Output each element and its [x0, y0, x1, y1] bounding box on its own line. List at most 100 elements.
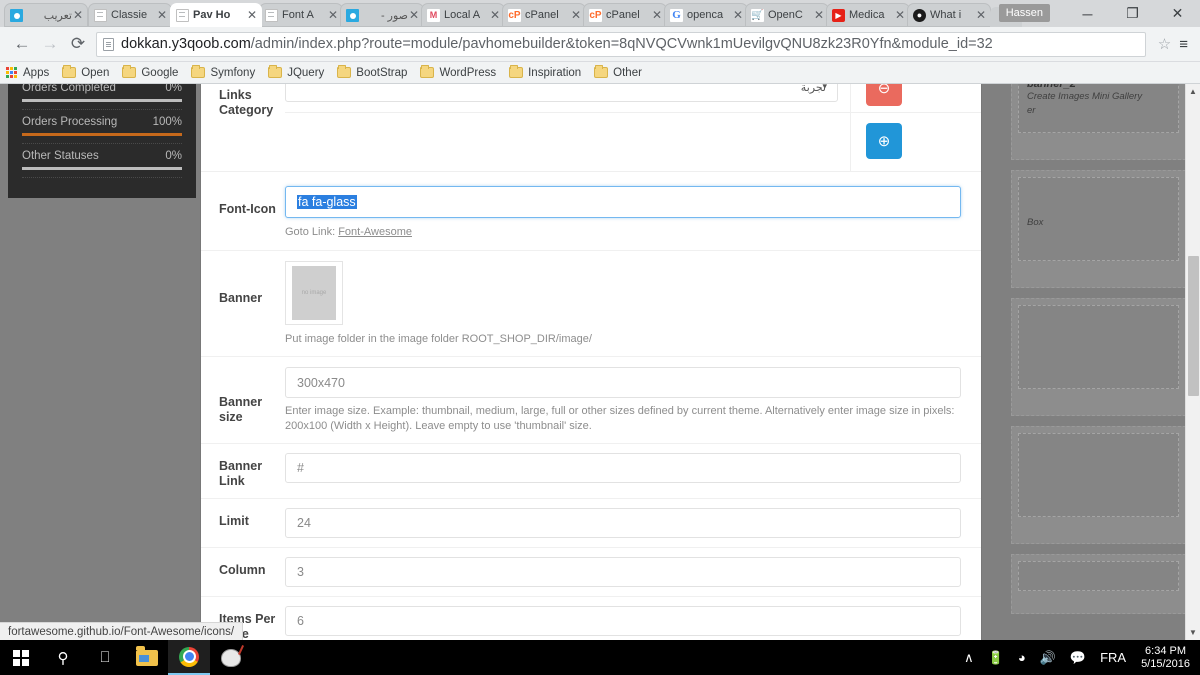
notification-icon[interactable]: 💬: [1063, 650, 1093, 666]
tab-close-icon[interactable]: ✕: [72, 9, 84, 21]
bookmark-apps[interactable]: Apps: [6, 66, 49, 79]
blue-camera-icon: [10, 8, 23, 22]
clock[interactable]: 6:34 PM 5/15/2016: [1133, 645, 1190, 671]
page-viewport: Orders Completed 0% Orders Processing 10…: [0, 84, 1200, 640]
tab-title: cPanel: [525, 9, 559, 21]
close-window-button[interactable]: ✕: [1155, 0, 1200, 27]
browser-tab-9[interactable]: 🛒 OpenC ✕: [745, 3, 829, 27]
banner-thumbnail[interactable]: no image: [285, 261, 343, 325]
bookmark-label: Symfony: [210, 66, 256, 79]
limit-row: Limit 24: [201, 499, 981, 548]
banner-link-input[interactable]: #: [285, 453, 961, 483]
font-icon-input[interactable]: fa fa-glass: [285, 186, 961, 218]
browser-tab-2-active[interactable]: Pav Ho ✕: [170, 3, 262, 27]
browser-tab-10[interactable]: ▶ Medica ✕: [826, 3, 910, 27]
scrollbar-thumb[interactable]: [1188, 256, 1199, 396]
cpanel-icon: cP: [589, 8, 602, 22]
bookmark-other[interactable]: Other: [594, 65, 642, 79]
browser-tab-0[interactable]: تعريب ✕: [4, 3, 88, 27]
paint-icon[interactable]: [210, 640, 252, 675]
file-explorer-icon[interactable]: [126, 640, 168, 675]
chrome-menu-icon[interactable]: ≡: [1177, 37, 1192, 52]
tab-close-icon[interactable]: ✕: [489, 9, 501, 21]
link-status-bar: fortawesome.github.io/Font-Awesome/icons…: [0, 622, 244, 640]
links-category-select[interactable]: تجربة ▾: [285, 84, 838, 102]
minimize-button[interactable]: ─: [1065, 0, 1110, 27]
remove-link-button[interactable]: ⊖: [866, 84, 902, 106]
tray-chevron-icon[interactable]: ∧: [957, 650, 981, 666]
battery-icon[interactable]: 🔋: [981, 650, 1011, 666]
youtube-icon: ▶: [832, 8, 845, 22]
address-bar[interactable]: dokkan.y3qoob.com/admin/index.php?route=…: [96, 31, 1146, 57]
browser-tab-7[interactable]: cP cPanel ✕: [583, 3, 667, 27]
items-per-page-input[interactable]: 6: [285, 606, 961, 636]
profile-chip[interactable]: Hassen: [998, 4, 1050, 22]
browser-tab-8[interactable]: G openca ✕: [664, 3, 748, 27]
placeholder-image-icon: no image: [292, 266, 336, 320]
bookmark-jquery[interactable]: JQuery: [268, 65, 324, 79]
tab-close-icon[interactable]: ✕: [156, 9, 168, 21]
page-scrollbar[interactable]: ▲ ▼: [1185, 84, 1200, 640]
reload-icon[interactable]: ⟳: [64, 30, 92, 58]
items-per-page-value: 6: [297, 614, 304, 628]
background-module-block[interactable]: [1011, 426, 1193, 544]
search-icon[interactable]: ⚲: [42, 640, 84, 675]
tab-close-icon[interactable]: ✕: [975, 9, 987, 21]
tab-close-icon[interactable]: ✕: [570, 9, 582, 21]
tab-close-icon[interactable]: ✕: [246, 9, 258, 21]
bookmark-label: Google: [141, 66, 179, 79]
bookmark-star-icon[interactable]: ☆: [1152, 35, 1177, 53]
tab-close-icon[interactable]: ✕: [813, 9, 825, 21]
bookmark-google[interactable]: Google: [122, 65, 179, 79]
cpanel-icon: cP: [508, 8, 521, 22]
font-awesome-link[interactable]: Font-Awesome: [338, 226, 412, 238]
language-indicator[interactable]: FRA: [1093, 650, 1133, 665]
scroll-up-icon[interactable]: ▲: [1186, 84, 1200, 99]
bookmark-bootstrap[interactable]: BootStrap: [337, 65, 407, 79]
browser-tab-6[interactable]: cP cPanel ✕: [502, 3, 586, 27]
chrome-icon[interactable]: [168, 640, 210, 675]
maximize-button[interactable]: ❐: [1110, 0, 1155, 27]
links-category-value: تجربة: [800, 84, 826, 94]
wifi-icon[interactable]: ◕: [1011, 650, 1033, 665]
font-icon-hint: Goto Link: Font-Awesome: [285, 225, 961, 240]
limit-input[interactable]: 24: [285, 508, 961, 538]
links-category-empty-cell: [285, 113, 851, 171]
tab-close-icon[interactable]: ✕: [651, 9, 663, 21]
page-info-icon[interactable]: [103, 37, 114, 51]
background-module-block[interactable]: Box: [1011, 170, 1193, 288]
divider: [22, 177, 182, 178]
task-view-icon[interactable]: ⎕: [84, 640, 126, 675]
links-category-row: Links Category تجربة ▾ ⊖ ⊕: [201, 84, 981, 172]
banner-size-input[interactable]: 300x470: [285, 367, 961, 398]
volume-icon[interactable]: 🔊: [1033, 650, 1063, 666]
tab-close-icon[interactable]: ✕: [327, 9, 339, 21]
start-button[interactable]: [0, 640, 42, 675]
column-input[interactable]: 3: [285, 557, 961, 587]
browser-tab-1[interactable]: Classie ✕: [88, 3, 172, 27]
clock-time: 6:34 PM: [1145, 644, 1187, 657]
browser-tab-11[interactable]: ● What i ✕: [907, 3, 991, 27]
background-module-block[interactable]: banner_2 Create Images Mini Gallery er: [1011, 84, 1193, 160]
bookmark-wordpress[interactable]: WordPress: [420, 65, 496, 79]
forward-icon[interactable]: →: [36, 30, 64, 58]
bookmark-inspiration[interactable]: Inspiration: [509, 65, 581, 79]
bookmark-open[interactable]: Open: [62, 65, 109, 79]
browser-tab-4[interactable]: صور - ✕: [340, 3, 424, 27]
font-icon-hint-prefix: Goto Link:: [285, 226, 339, 238]
banner-size-row: Banner size 300x470 Enter image size. Ex…: [201, 357, 981, 444]
browser-tab-5[interactable]: M Local A ✕: [421, 3, 505, 27]
bookmark-symfony[interactable]: Symfony: [191, 65, 256, 79]
divider: [22, 143, 182, 144]
stat-label: Other Statuses: [22, 150, 99, 162]
tab-close-icon[interactable]: ✕: [732, 9, 744, 21]
google-icon: G: [670, 8, 683, 22]
scroll-down-icon[interactable]: ▼: [1186, 625, 1200, 640]
browser-tab-3[interactable]: Font A ✕: [259, 3, 343, 27]
background-module-block[interactable]: [1011, 298, 1193, 416]
background-module-block[interactable]: [1011, 554, 1186, 614]
tab-close-icon[interactable]: ✕: [408, 9, 420, 21]
back-icon[interactable]: ←: [8, 30, 36, 58]
add-link-button[interactable]: ⊕: [866, 123, 902, 159]
tab-close-icon[interactable]: ✕: [894, 9, 906, 21]
